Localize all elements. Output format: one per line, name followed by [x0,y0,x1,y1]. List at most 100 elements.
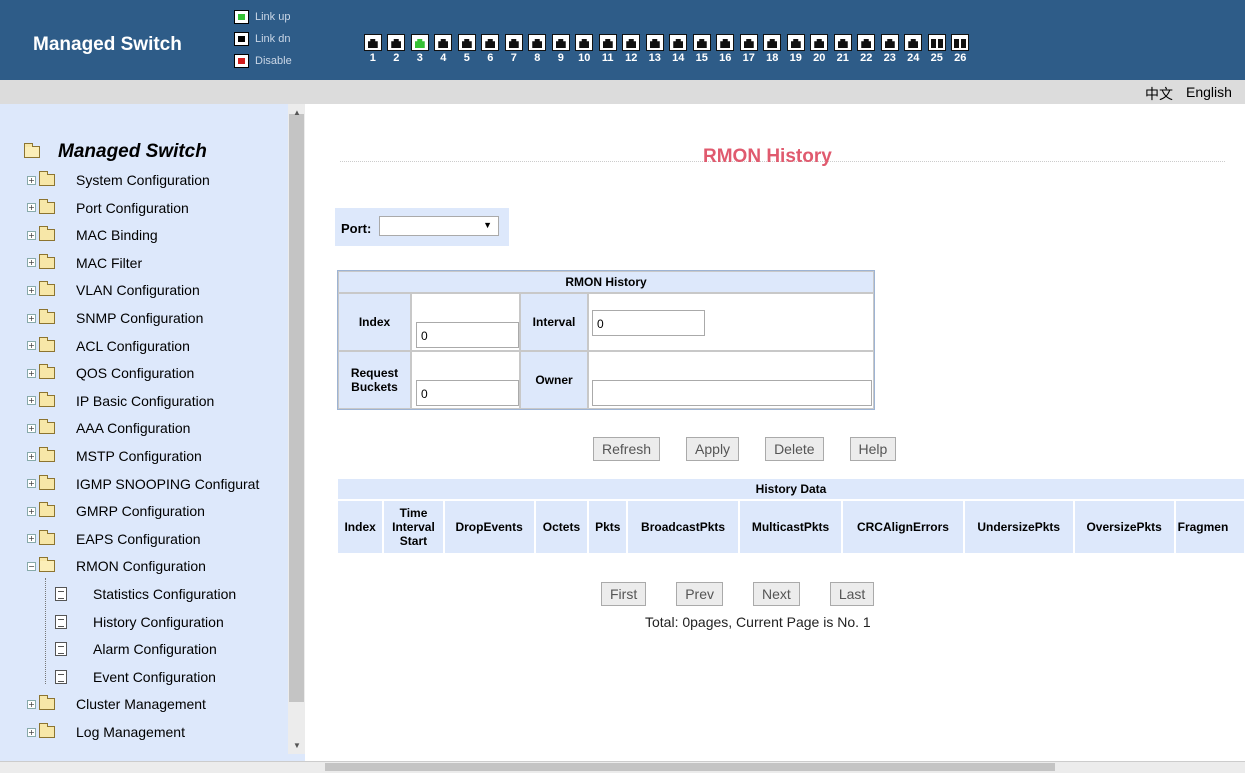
column-time-line-2: Interval [392,520,435,534]
expand-icon[interactable]: + [27,423,36,433]
port-11[interactable]: 11 [596,34,620,65]
port-16[interactable]: 16 [714,34,738,65]
port-17[interactable]: 17 [737,34,761,65]
sidebar-horizontal-scrollbar[interactable] [0,761,305,773]
expand-icon[interactable]: + [27,727,36,737]
port-2[interactable]: 2 [385,34,409,65]
expand-icon[interactable]: + [27,258,36,268]
port-select[interactable]: ▼ [379,216,499,236]
expand-icon[interactable]: + [27,313,36,323]
first-page-button[interactable]: First [601,582,647,606]
column-fragments: Fragmen [1174,500,1245,554]
sidebar-item[interactable]: + MAC Binding [27,225,158,245]
tree-root[interactable]: Managed Switch [24,141,207,163]
sidebar-item-label: IP Basic Configuration [76,392,215,409]
sidebar-item[interactable]: + EAPS Configuration [27,529,201,549]
sidebar-item[interactable]: + MAC Filter [27,253,142,273]
port-3[interactable]: 3 [408,34,432,65]
ethernet-port-icon [763,34,782,51]
expand-icon[interactable]: + [27,368,36,378]
main-scroll-thumb[interactable] [325,763,1055,771]
port-4[interactable]: 4 [432,34,456,65]
sidebar-item[interactable]: + Port Configuration [27,198,189,218]
request-buckets-input[interactable]: 0 [416,380,519,406]
sidebar-item[interactable]: + IGMP SNOOPING Configurat [27,474,259,494]
sidebar-item[interactable]: + GMRP Configuration [27,501,205,521]
port-18[interactable]: 18 [761,34,785,65]
expand-icon[interactable]: + [27,506,36,516]
port-legend: Link up Link dn Disable [234,6,292,72]
port-25[interactable]: 25 [925,34,949,65]
expand-icon[interactable]: + [27,699,36,709]
port-7[interactable]: 7 [502,34,526,65]
port-5[interactable]: 5 [455,34,479,65]
port-23[interactable]: 23 [878,34,902,65]
port-19[interactable]: 19 [784,34,808,65]
port-6[interactable]: 6 [479,34,503,65]
sidebar-subitem[interactable]: Statistics Configuration [55,584,236,604]
port-14[interactable]: 14 [667,34,691,65]
sidebar-item[interactable]: + VLAN Configuration [27,280,200,300]
help-button[interactable]: Help [849,437,897,461]
sidebar-scroll-thumb[interactable] [289,114,304,702]
port-number: 18 [766,52,779,64]
port-24[interactable]: 24 [902,34,926,65]
sidebar-item[interactable]: + System Configuration [27,170,210,190]
sidebar-item[interactable]: − RMON Configuration [27,556,206,576]
next-page-button[interactable]: Next [753,582,800,606]
index-input[interactable]: 0 [416,322,519,348]
language-bar: 中文 English [0,80,1245,104]
sidebar-subitem[interactable]: Event Configuration [55,667,216,687]
apply-button[interactable]: Apply [686,437,740,461]
port-12[interactable]: 12 [620,34,644,65]
last-page-button[interactable]: Last [829,582,875,606]
port-21[interactable]: 21 [831,34,855,65]
scroll-up-arrow-icon[interactable]: ▲ [293,108,301,117]
sidebar-subitem[interactable]: Alarm Configuration [55,639,217,659]
expand-icon[interactable]: + [27,203,36,213]
port-15[interactable]: 15 [690,34,714,65]
port-1[interactable]: 1 [361,34,385,65]
expand-icon[interactable]: + [27,534,36,544]
interval-input[interactable]: 0 [592,310,705,336]
legend-disable: Disable [234,50,292,72]
port-number: 8 [534,52,541,64]
sidebar-item[interactable]: + Log Management [27,722,185,742]
sidebar-subitem-label: History Configuration [93,613,224,630]
sidebar-item[interactable]: + IP Basic Configuration [27,391,214,411]
port-13[interactable]: 13 [643,34,667,65]
port-22[interactable]: 22 [855,34,879,65]
sidebar-item[interactable]: + Cluster Management [27,694,206,714]
sidebar-item[interactable]: + ACL Configuration [27,336,190,356]
scroll-down-arrow-icon[interactable]: ▼ [293,741,301,750]
expand-icon[interactable]: + [27,175,36,185]
port-number: 21 [836,52,849,64]
port-10[interactable]: 10 [573,34,597,65]
delete-button[interactable]: Delete [765,437,824,461]
tree-root-label: Managed Switch [58,141,207,162]
expand-icon[interactable]: + [27,230,36,240]
expand-icon[interactable]: + [27,341,36,351]
sidebar-item[interactable]: + SNMP Configuration [27,308,203,328]
port-26[interactable]: 26 [949,34,973,65]
expand-icon[interactable]: + [27,396,36,406]
owner-input[interactable] [592,380,872,406]
collapse-icon[interactable]: − [27,561,36,571]
expand-icon[interactable]: + [27,479,36,489]
prev-page-button[interactable]: Prev [676,582,724,606]
legend-label: Disable [255,55,292,67]
sidebar-item[interactable]: + QOS Configuration [27,363,194,383]
ethernet-port-icon [551,34,570,51]
sidebar-subitem[interactable]: History Configuration [55,612,224,632]
sidebar-item[interactable]: + MSTP Configuration [27,446,202,466]
port-8[interactable]: 8 [526,34,550,65]
sidebar-item[interactable]: + AAA Configuration [27,418,190,438]
port-number: 17 [742,52,755,64]
refresh-button[interactable]: Refresh [593,437,661,461]
expand-icon[interactable]: + [27,451,36,461]
port-9[interactable]: 9 [549,34,573,65]
language-chinese-link[interactable]: 中文 [1145,84,1173,104]
port-20[interactable]: 20 [808,34,832,65]
language-english-link[interactable]: English [1186,84,1232,100]
expand-icon[interactable]: + [27,285,36,295]
